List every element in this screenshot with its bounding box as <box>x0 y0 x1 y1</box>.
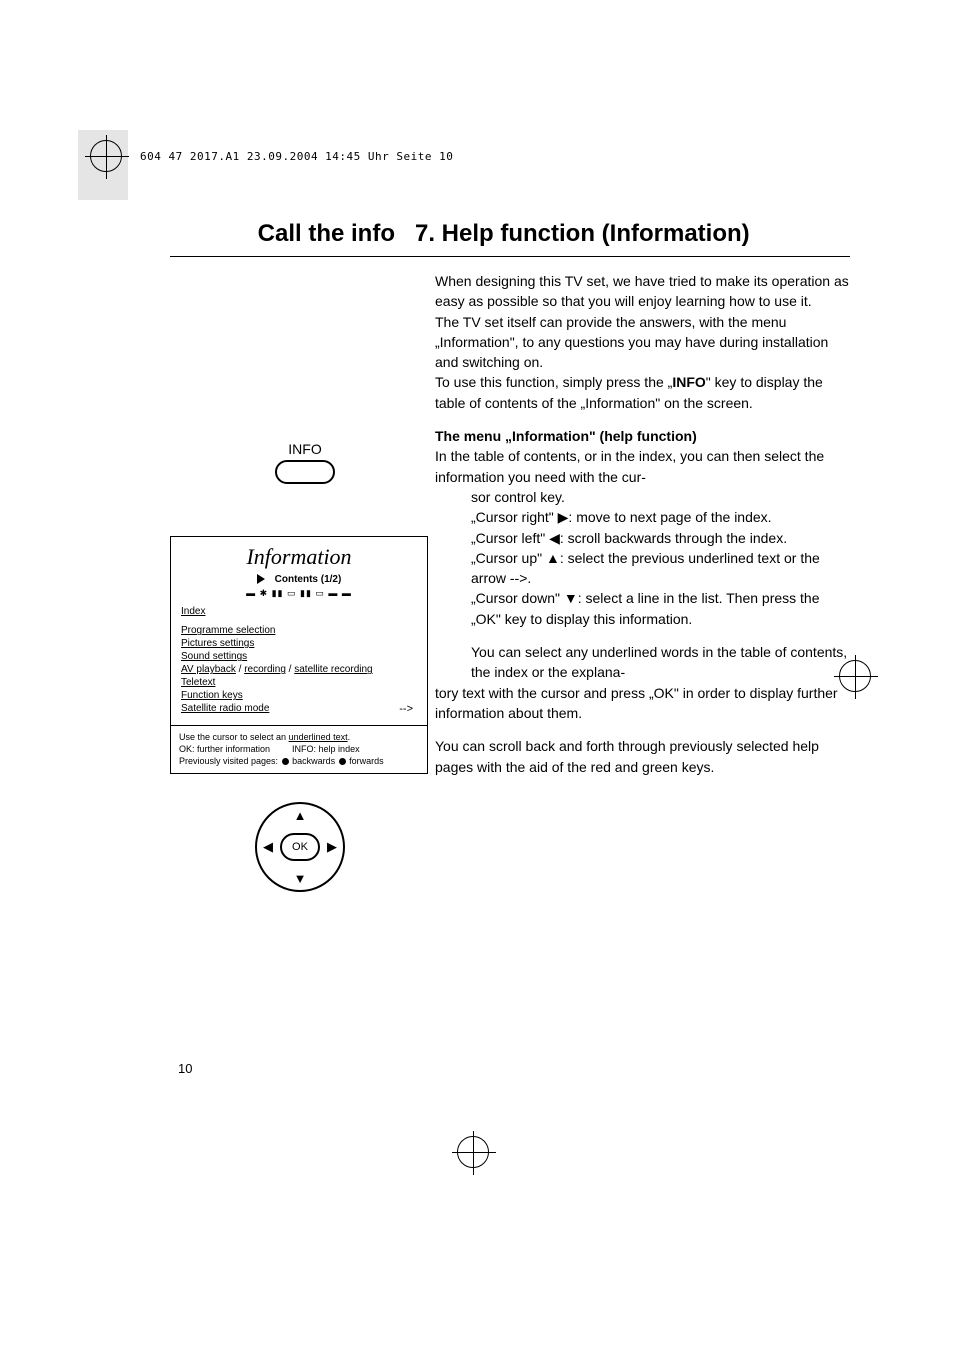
arrow-down-icon: ▼ <box>294 871 307 886</box>
body-text: When designing this TV set, we have trie… <box>435 273 849 309</box>
body-text: „Cursor left" ◀: scroll backwards throug… <box>471 530 787 546</box>
body-text: To use this function, simply press the „ <box>435 374 672 390</box>
osd-footer-text: Use the cursor to select an <box>179 732 289 742</box>
crop-mark-icon <box>90 140 130 180</box>
ok-button-icon: OK <box>280 833 320 861</box>
body-text: sor control key. <box>471 489 565 505</box>
osd-footer-text: OK: further information <box>179 743 270 755</box>
info-button-diagram: INFO <box>210 441 400 484</box>
body-text: The TV set itself can provide the answer… <box>435 314 828 371</box>
osd-footer-text: forwards <box>347 756 384 766</box>
crop-mark-icon <box>457 1136 497 1176</box>
body-text: „Cursor right" ▶: move to next page of t… <box>471 509 772 525</box>
heading-left: Call the info <box>170 220 415 248</box>
osd-link: satellite recording <box>294 664 372 675</box>
osd-footer-text: . <box>348 732 351 742</box>
info-button-icon <box>275 460 335 484</box>
body-text-bold: INFO <box>672 374 705 390</box>
heading-right: 7. Help function (Information) <box>415 220 750 248</box>
osd-footer-text: INFO: help index <box>292 743 360 755</box>
body-text: „Cursor up" ▲: select the previous under… <box>471 550 820 586</box>
osd-link: Satellite radio mode <box>181 702 269 716</box>
osd-information-box: Information Contents (1/2) ▬ ✱ ▮▮ ▭ ▮▮ ▭… <box>170 536 428 774</box>
body-text: „Cursor down" ▼: select a line in the li… <box>471 590 820 626</box>
info-button-label: INFO <box>210 441 400 457</box>
next-arrow-icon: --> <box>399 702 413 716</box>
osd-link: AV playback <box>181 664 236 675</box>
osd-link: Programme selection <box>181 625 275 636</box>
osd-footer-text: Previously visited pages: <box>179 756 281 766</box>
arrow-right-icon: ▶ <box>327 839 337 855</box>
osd-link-index: Index <box>181 606 205 617</box>
osd-link: Teletext <box>181 677 215 688</box>
osd-footer: Use the cursor to select an underlined t… <box>171 725 427 773</box>
osd-contents-label: Contents (1/2) <box>275 573 342 586</box>
play-icon <box>257 574 265 584</box>
arrow-up-icon: ▲ <box>294 808 307 823</box>
osd-footer-text: backwards <box>290 756 338 766</box>
green-dot-icon <box>339 758 346 765</box>
body-text: In the table of contents, or in the inde… <box>435 448 824 484</box>
osd-title: Information <box>181 543 417 572</box>
body-text: You can scroll back and forth through pr… <box>435 738 819 774</box>
osd-link: Sound settings <box>181 651 247 662</box>
body-text: You can select any underlined words in t… <box>471 644 847 680</box>
navigation-control-diagram: ▲ ▼ ◀ ▶ OK <box>255 802 345 892</box>
page-content: Call the info 7. Help function (Informat… <box>170 220 850 892</box>
osd-link: recording <box>244 664 286 675</box>
print-header-line: 604 47 2017.A1 23.09.2004 14:45 Uhr Seit… <box>140 150 453 163</box>
sub-heading: The menu „Information" (help function) <box>435 426 850 446</box>
red-dot-icon <box>282 758 289 765</box>
osd-footer-underlined: underlined text <box>289 732 348 742</box>
osd-link: Pictures settings <box>181 638 254 649</box>
page-number: 10 <box>178 1061 192 1076</box>
body-text: tory text with the cursor and press „OK"… <box>435 685 838 721</box>
arrow-left-icon: ◀ <box>263 839 273 855</box>
osd-link: Function keys <box>181 690 243 701</box>
osd-flags-row: ▬ ✱ ▮▮ ▭ ▮▮ ▭ ▬ ▬ <box>181 588 417 600</box>
